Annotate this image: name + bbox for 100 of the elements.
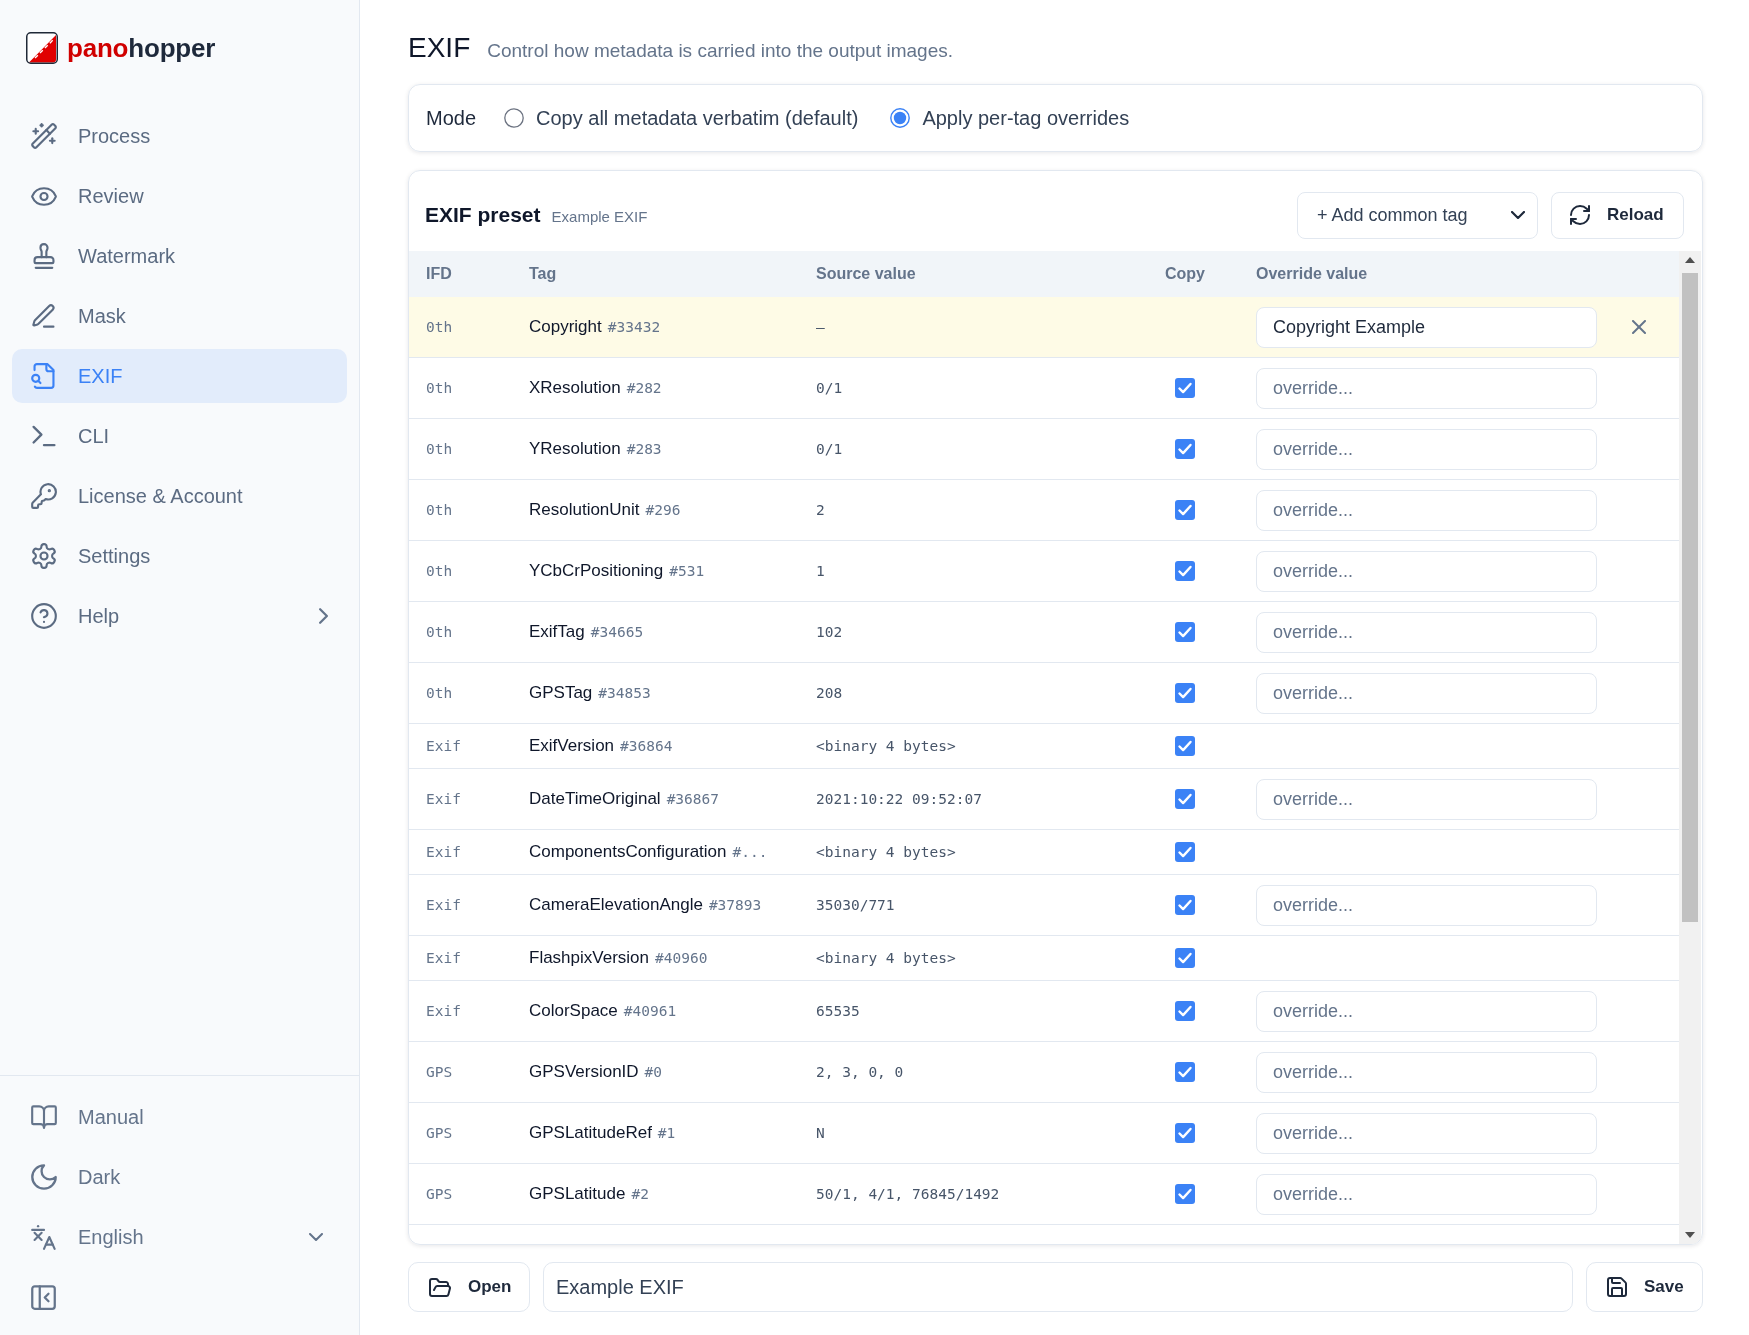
tag-number: #296 [645,502,681,518]
checkbox[interactable] [1175,1123,1195,1143]
eye-icon [31,186,57,206]
nav-item[interactable]: CLI [12,409,347,463]
override-field[interactable]: override... [1256,778,1597,820]
column-header: Source value [816,265,916,282]
override-field[interactable]: override... [1256,489,1597,531]
source-value: <binary 4 bytes> [816,844,956,860]
nav-item[interactable]: Review [12,169,347,223]
scrollbar-thumb[interactable] [1682,273,1698,922]
ifd-text: Exif [426,897,461,913]
override-field[interactable]: override... [1256,672,1597,714]
override-field[interactable]: override... [1256,550,1597,592]
sidebar-link[interactable]: English [12,1210,347,1264]
override-field[interactable]: override... [1256,884,1597,926]
add-tag-dropdown[interactable]: + Add common tag [1297,191,1538,239]
filename-field[interactable]: Example EXIF [543,1262,1573,1312]
override-field[interactable]: override... [1256,367,1597,409]
open-button[interactable]: Open [408,1262,530,1312]
override-field[interactable]: Copyright Example [1256,306,1597,348]
ifd-text: 0th [426,624,453,640]
checkbox[interactable] [1175,1062,1195,1082]
tag-name: CameraElevationAngle [529,895,703,914]
scroll-down-icon[interactable] [1685,1232,1695,1238]
column-header: Copy [1165,265,1205,283]
book-icon [31,1104,57,1130]
ifd-text: GPS [426,1186,453,1202]
ifd-text: 0th [426,380,453,396]
tag-name: GPSLatitudeRef [529,1123,652,1142]
tag-name: ResolutionUnit [529,500,640,519]
tag-number: #40961 [623,1003,677,1019]
tag-name: ExifVersion [529,736,615,755]
override-field[interactable]: override... [1256,1112,1597,1154]
nav-item[interactable]: EXIF [12,349,347,403]
checkbox[interactable] [1175,500,1195,520]
sidebar-link[interactable]: Dark [12,1150,347,1204]
ifd-text: 0th [426,441,453,457]
override-field[interactable]: override... [1256,428,1597,470]
source-value: 2, 3, 0, 0 [816,1064,904,1080]
nav-item[interactable]: Process [12,109,347,163]
override-field[interactable]: override... [1256,990,1597,1032]
ifd-text: 0th [426,502,453,518]
checkbox[interactable] [1175,1184,1195,1204]
tag-number: #34665 [590,624,644,640]
tag-name: YResolution [529,439,621,458]
override-field[interactable]: override... [1256,1051,1597,1093]
ifd-text: GPS [426,1125,453,1141]
tag-number: #531 [669,563,705,579]
checkbox[interactable] [1175,683,1195,703]
nav-item[interactable]: Mask [12,289,347,343]
chevron-right-icon [319,608,328,624]
tag-name: ExifTag [529,622,585,641]
page-subtitle: Control how metadata is carried into the output images. [487,39,953,63]
scrollbar[interactable] [1679,251,1701,1244]
checkbox[interactable] [1175,439,1195,459]
source-value: 208 [816,685,843,701]
tag-number: #283 [626,441,662,457]
sidebar-collapse-icon[interactable] [31,1284,56,1310]
checkbox[interactable] [1175,561,1195,581]
source-value: 2021:10:22 09:52:07 [816,791,982,807]
checkbox[interactable] [1175,378,1195,398]
checkbox[interactable] [1175,842,1195,862]
checkbox[interactable] [1175,948,1195,968]
source-value: 65535 [816,1003,860,1019]
ifd-text: 0th [426,563,453,579]
checkbox[interactable] [1175,1001,1195,1021]
nav-item[interactable]: License & Account [12,469,347,523]
radio-option[interactable]: Copy all metadata verbatim (default) [504,106,859,130]
tag-number: #36864 [620,738,673,754]
close-icon[interactable] [1631,320,1646,334]
checkbox[interactable] [1175,789,1195,809]
pen-icon [31,303,57,329]
tag-name: GPSVersionID [529,1062,639,1081]
ifd-text: Exif [426,738,461,754]
source-value: N [816,1125,825,1141]
folder-icon [429,1277,451,1297]
radio-button[interactable] [890,108,911,128]
column-header: Tag [529,265,557,282]
nav-item[interactable]: Watermark [12,229,347,283]
tag-number: #0 [644,1064,663,1080]
save-button[interactable]: Save [1586,1262,1703,1312]
tag-name: GPSTag [529,683,593,702]
chevron-down-icon [1511,211,1525,219]
scroll-up-icon[interactable] [1685,257,1695,263]
override-field[interactable]: override... [1256,611,1597,653]
column-header: Override value [1256,265,1368,282]
radio-button[interactable] [504,108,525,128]
radio-option[interactable]: Apply per-tag overrides [890,106,1130,130]
tag-number: #34853 [598,685,651,701]
nav-item[interactable]: Help [12,589,347,643]
checkbox[interactable] [1175,736,1195,756]
source-value: 35030/771 [816,897,895,913]
tag-name: Copyright [529,317,602,336]
checkbox[interactable] [1175,895,1195,915]
override-field[interactable]: override... [1256,1173,1597,1215]
nav-item[interactable]: Settings [12,529,347,583]
sidebar-link[interactable]: Manual [12,1090,347,1144]
reload-button[interactable]: Reload [1551,191,1684,239]
checkbox[interactable] [1175,622,1195,642]
save-icon [1607,1277,1627,1297]
